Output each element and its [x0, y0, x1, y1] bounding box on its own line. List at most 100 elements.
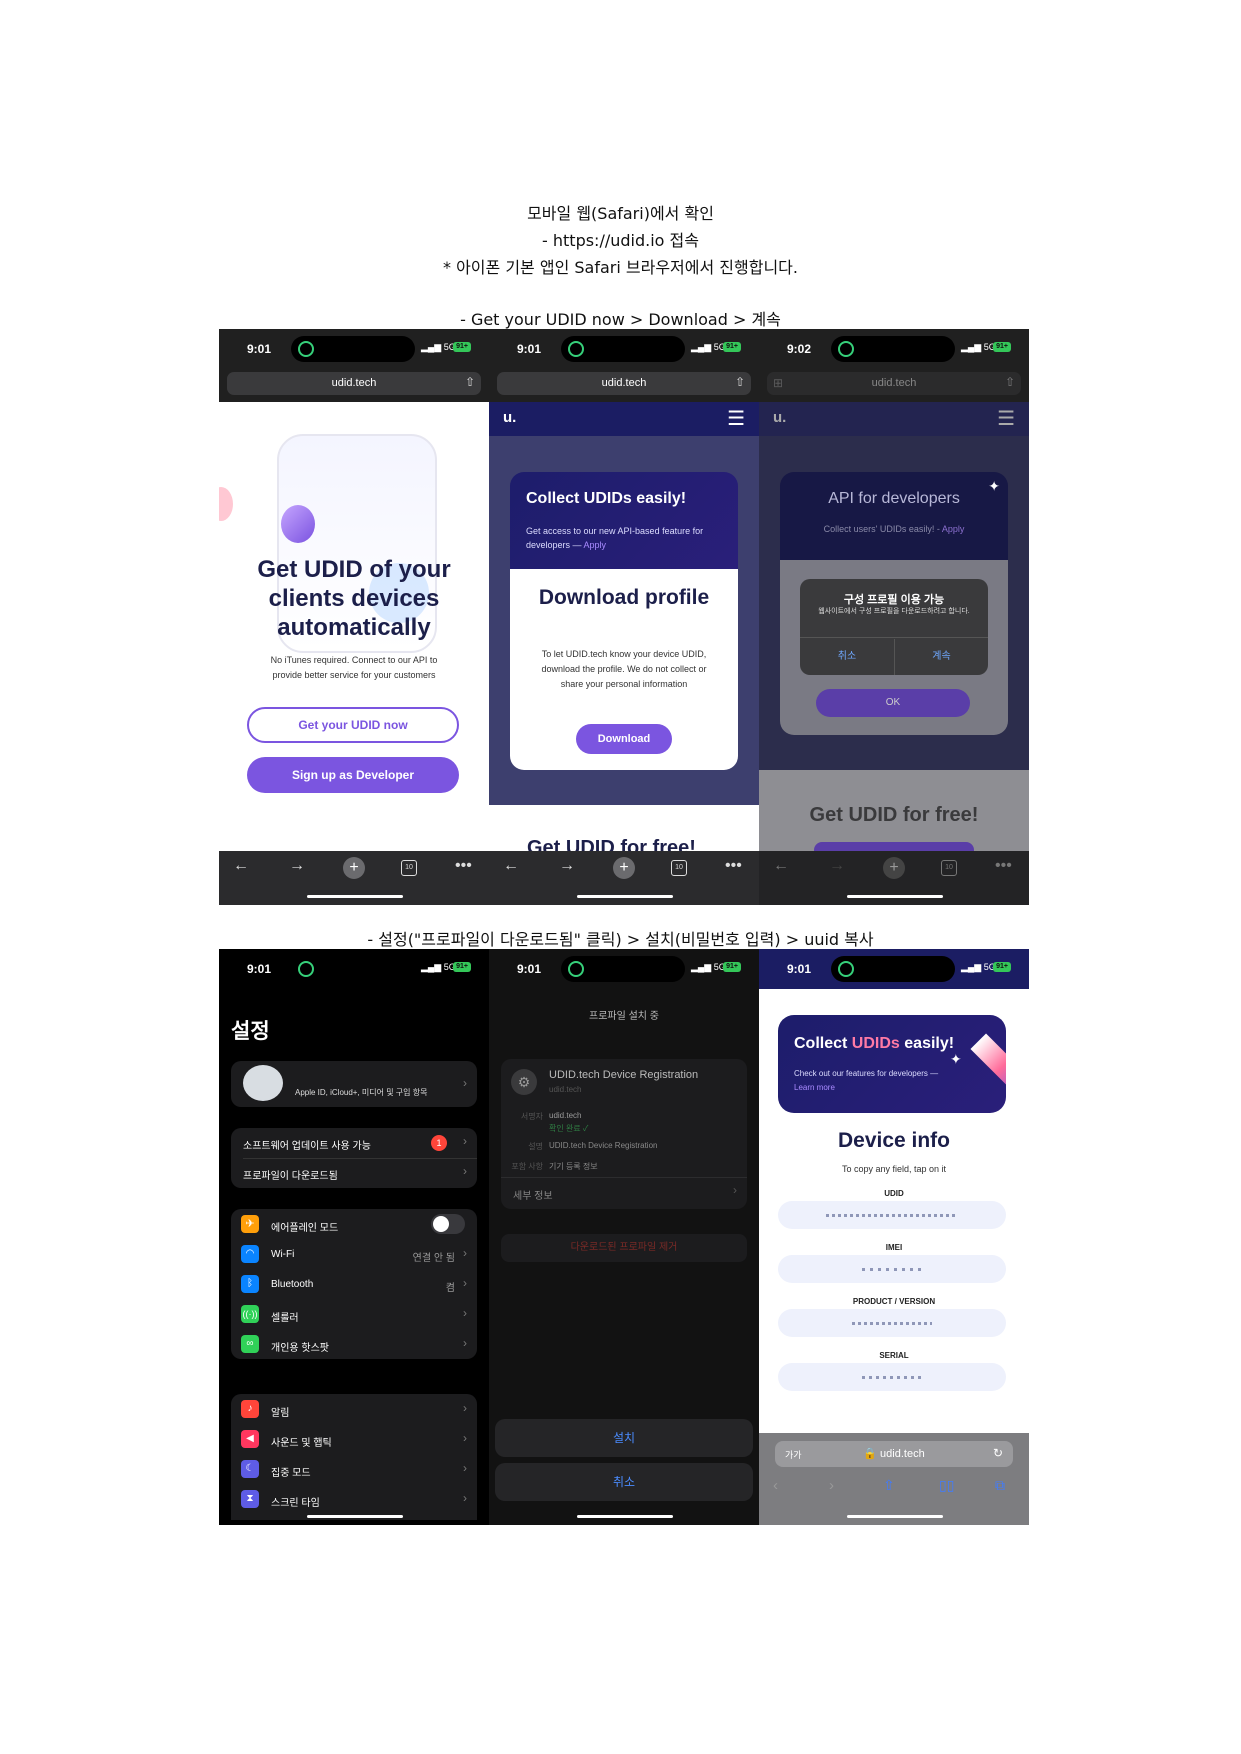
phone-profile-dialog: 9:02 ▂▄▆ 5G 91+ ⊞ udid.tech ⇧ u. ☰ API f…: [759, 329, 1029, 905]
forward-icon[interactable]: →: [829, 857, 845, 875]
serial-field[interactable]: [778, 1363, 1006, 1391]
status-bar: 9:01 ▂▄▆ 5G 91+: [219, 329, 489, 369]
notifications-label[interactable]: 알림: [271, 1404, 289, 1419]
chevron-right-icon: ›: [463, 1491, 467, 1505]
home-indicator: [307, 1515, 403, 1518]
forward-icon[interactable]: ›: [829, 1477, 834, 1494]
status-time: 9:02: [787, 342, 812, 356]
home-indicator: [577, 895, 673, 898]
tabs-icon[interactable]: ⧉: [995, 1477, 1005, 1494]
status-bar: 9:01 ▂▄▆ 5G 91+: [219, 949, 489, 989]
focus-label[interactable]: 집중 모드: [271, 1464, 311, 1479]
cellular-label[interactable]: 셀룰러: [271, 1309, 299, 1324]
share-icon[interactable]: ⇧: [465, 375, 475, 389]
description-value: UDID.tech Device Registration: [549, 1141, 658, 1150]
airplane-label: 에어플레인 모드: [271, 1223, 339, 1234]
ok-button[interactable]: OK: [816, 689, 970, 717]
tabs-icon[interactable]: 10: [671, 860, 687, 876]
update-badge: 1: [431, 1135, 447, 1151]
forward-icon[interactable]: →: [559, 857, 575, 875]
url-bar[interactable]: ⊞ udid.tech ⇧: [489, 369, 759, 402]
battery-icon: 91+: [453, 342, 471, 352]
back-icon[interactable]: ←: [233, 857, 249, 875]
dialog-cancel-button[interactable]: 취소: [800, 639, 894, 675]
moon-icon: ☾: [241, 1460, 259, 1478]
url-bar[interactable]: 가가 🔒 udid.tech ↻: [775, 1441, 1013, 1467]
more-details-row[interactable]: 세부 정보: [513, 1187, 553, 1202]
phone-device-info: 9:01 ▂▄▆ 5G 91+ Collect UDIDs easily! Ch…: [759, 949, 1029, 1525]
screentime-label[interactable]: 스크린 타임: [271, 1494, 320, 1509]
imei-field[interactable]: [778, 1255, 1006, 1283]
url-field[interactable]: udid.tech: [497, 372, 751, 395]
share-icon[interactable]: ⇧: [735, 375, 745, 389]
link-icon: [568, 961, 584, 977]
dynamic-island: [291, 336, 415, 362]
software-update-label[interactable]: 소프트웨어 업데이트 사용 가능: [243, 1137, 371, 1152]
menu-icon[interactable]: ☰: [997, 406, 1015, 431]
wifi-icon: ◠: [241, 1245, 259, 1263]
airplane-toggle[interactable]: [431, 1214, 465, 1234]
card-title: Download profile: [538, 586, 710, 609]
step1-screenshots: 9:01 ▂▄▆ 5G 91+ ⊞ udid.tech ⇧ Get UDID o…: [219, 329, 1029, 905]
more-icon[interactable]: •••: [995, 857, 1012, 875]
download-button[interactable]: Download: [576, 724, 672, 754]
account-row[interactable]: Apple ID, iCloud+, 미디어 및 구입 항목 ›: [231, 1061, 477, 1107]
learn-more-link[interactable]: Learn more: [794, 1083, 835, 1092]
cancel-button[interactable]: 취소: [495, 1463, 753, 1501]
product-version-field[interactable]: [778, 1309, 1006, 1337]
back-icon[interactable]: ‹: [773, 1477, 778, 1494]
site-logo[interactable]: u.: [773, 409, 786, 426]
url-field[interactable]: udid.tech: [227, 372, 481, 395]
get-udid-button[interactable]: Get your UDID now: [247, 707, 459, 743]
promo-subtitle: Check out our features for developers —: [794, 1069, 939, 1078]
back-icon[interactable]: ←: [773, 857, 789, 875]
tabs-icon[interactable]: 10: [941, 860, 957, 876]
udid-field[interactable]: [778, 1201, 1006, 1229]
share-icon[interactable]: ⇧: [883, 1477, 895, 1494]
reload-icon[interactable]: ↻: [993, 1446, 1003, 1460]
apply-link[interactable]: Apply: [942, 524, 965, 534]
url-bar[interactable]: ⊞ udid.tech ⇧: [759, 369, 1029, 402]
url-field[interactable]: 🔒 udid.tech: [775, 1447, 1013, 1460]
sound-label[interactable]: 사운드 및 햅틱: [271, 1434, 332, 1449]
settings-title: 설정: [231, 1020, 270, 1043]
new-tab-icon[interactable]: +: [883, 857, 905, 879]
tabs-icon[interactable]: 10: [401, 860, 417, 876]
chevron-right-icon: ›: [733, 1183, 737, 1197]
notifications-group: ♪ 알림 › ◀ 사운드 및 햅틱 › ☾ 집중 모드 › ⧗ 스크린 타임 ›: [231, 1394, 477, 1520]
forward-icon[interactable]: →: [289, 857, 305, 875]
updates-group: 소프트웨어 업데이트 사용 가능 1 › 프로파일이 다운로드됨 ›: [231, 1128, 477, 1188]
bookmarks-icon[interactable]: ▯▯: [939, 1477, 954, 1494]
install-button[interactable]: 설치: [495, 1419, 753, 1457]
more-icon[interactable]: •••: [725, 857, 742, 875]
apply-link[interactable]: Apply: [584, 540, 607, 550]
hotspot-label[interactable]: 개인용 핫스팟: [271, 1339, 329, 1354]
url-bar[interactable]: ⊞ udid.tech ⇧: [219, 369, 489, 402]
promo-subtitle: Get access to our new API-based feature …: [526, 524, 722, 552]
dialog-continue-button[interactable]: 계속: [895, 639, 988, 675]
sign-up-developer-button[interactable]: Sign up as Developer: [247, 757, 459, 793]
new-tab-icon[interactable]: +: [343, 857, 365, 879]
dialog-title: 구성 프로필 이용 가능: [843, 594, 945, 606]
status-bar: 9:01 ▂▄▆ 5G 91+: [489, 329, 759, 369]
profile-downloaded-row[interactable]: 프로파일이 다운로드됨: [243, 1167, 338, 1182]
chevron-right-icon: ›: [463, 1134, 467, 1148]
signal-icon: ▂▄▆ 5G: [421, 962, 456, 972]
new-tab-icon[interactable]: +: [613, 857, 635, 879]
site-logo[interactable]: u.: [503, 409, 516, 426]
copy-hint: To copy any field, tap on it: [841, 1164, 947, 1174]
signed-label: 서명자: [520, 1112, 543, 1121]
back-icon[interactable]: ←: [503, 857, 519, 875]
home-indicator: [577, 1515, 673, 1518]
sparkle-icon: ✦: [950, 1051, 962, 1067]
wifi-value: 연결 안 됨: [412, 1253, 455, 1264]
illustration-circle: [281, 505, 315, 543]
menu-icon[interactable]: ☰: [727, 406, 745, 431]
wifi-label[interactable]: Wi-Fi: [271, 1249, 294, 1260]
url-field[interactable]: udid.tech: [767, 372, 1021, 395]
more-icon[interactable]: •••: [455, 857, 472, 875]
battery-icon: 91+: [723, 342, 741, 352]
remove-profile-button[interactable]: 다운로드된 프로파일 제거: [501, 1234, 747, 1262]
bluetooth-label[interactable]: Bluetooth: [271, 1279, 313, 1290]
share-icon[interactable]: ⇧: [1005, 375, 1015, 389]
